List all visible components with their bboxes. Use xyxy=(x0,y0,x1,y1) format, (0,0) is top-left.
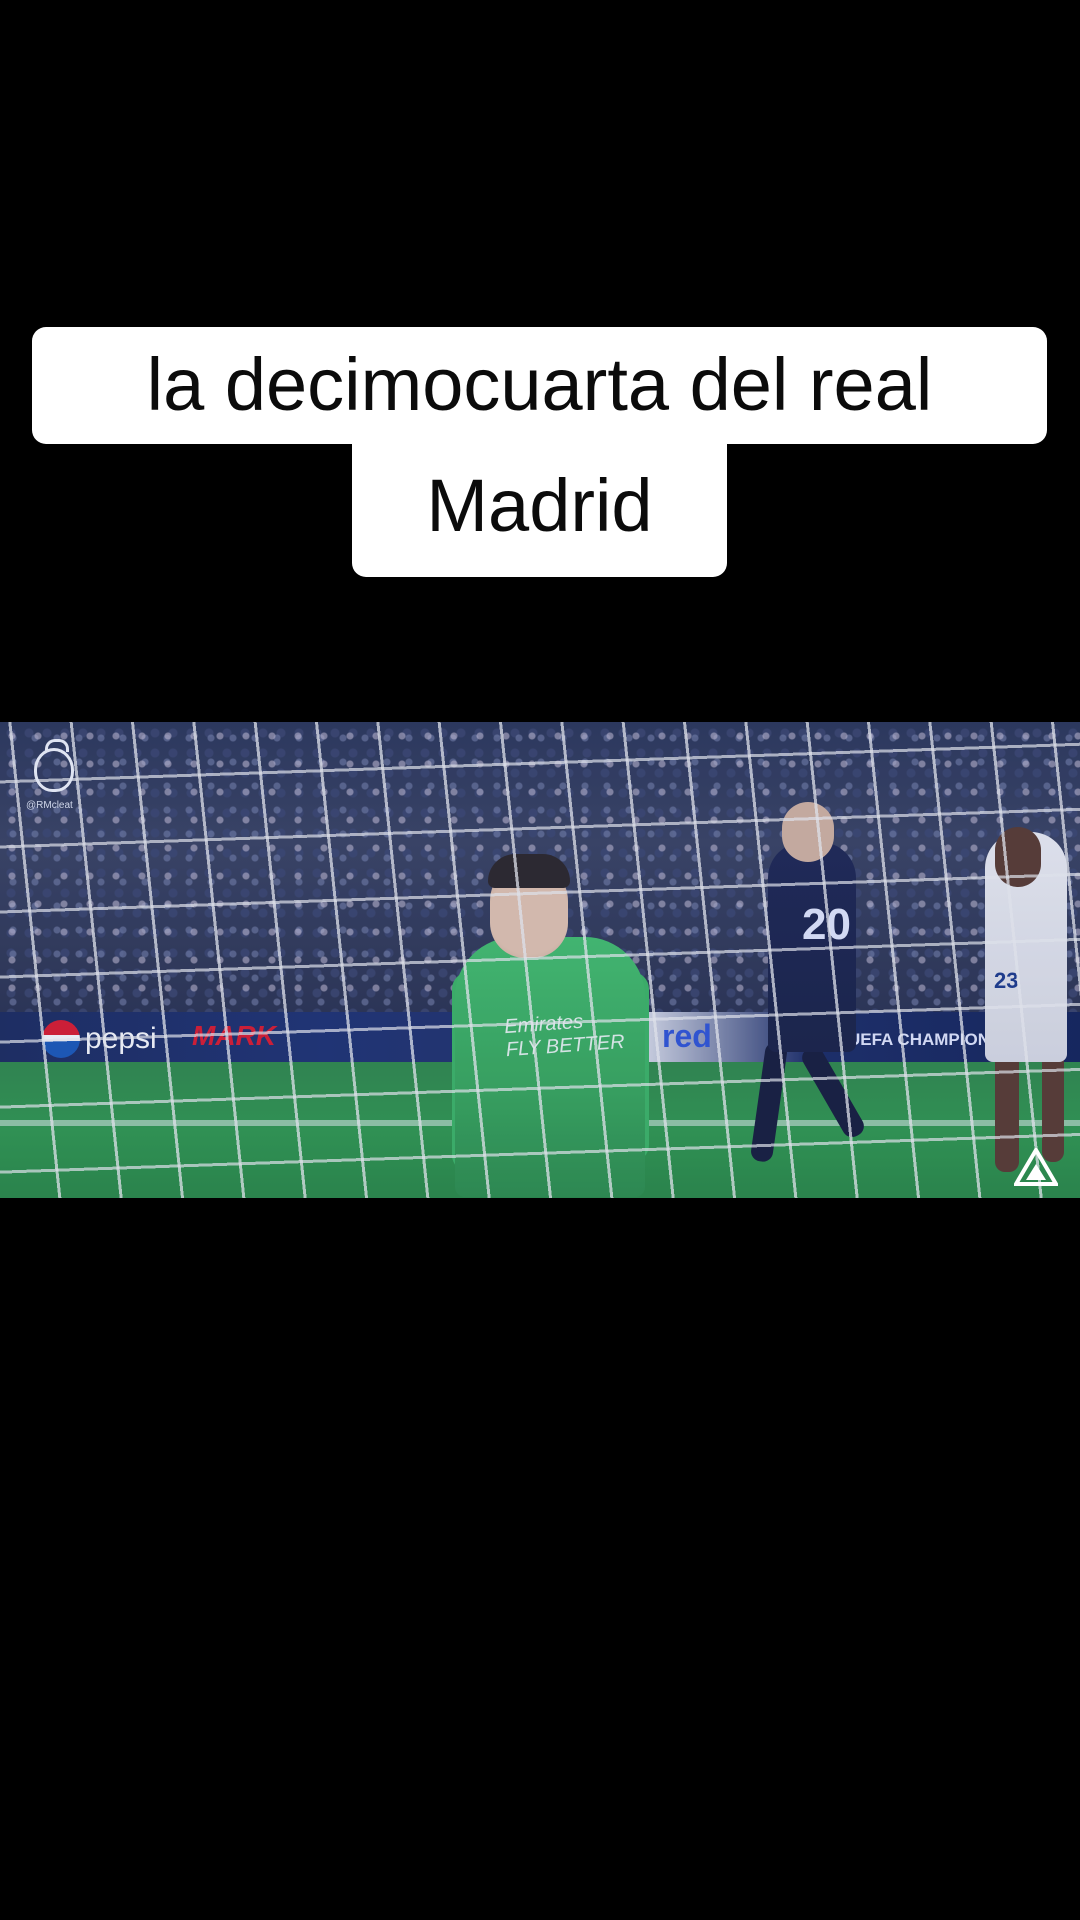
ad-pepsi: pepsi xyxy=(85,1022,157,1055)
caption-line-1: la decimocuarta del real xyxy=(32,327,1047,444)
video-frame[interactable]: pepsi MARK red UEFA CHAMPIONS 20 23 Emir… xyxy=(0,722,1080,1198)
caption-line-2: Madrid xyxy=(352,434,727,577)
defender-leg xyxy=(1042,1052,1064,1162)
ad-red: red xyxy=(662,1018,712,1054)
pepsi-logo-icon xyxy=(42,1020,80,1058)
goalkeeper-hair xyxy=(488,854,570,888)
triangle-logo-icon xyxy=(1014,1148,1058,1186)
goalkeeper xyxy=(455,937,645,1197)
watermark-handle: @RMcleat xyxy=(26,800,73,811)
defender-shirt-number: 23 xyxy=(994,968,1019,993)
defender-head xyxy=(995,827,1041,887)
shirt-sponsor: Emirates FLY BETTER xyxy=(503,1010,626,1062)
club-crest-icon xyxy=(34,739,74,792)
opponent-head xyxy=(782,802,834,862)
ad-mark: MARK xyxy=(192,1020,276,1051)
ad-ucl: UEFA CHAMPIONS xyxy=(848,1030,1002,1049)
opponent-shirt-number: 20 xyxy=(802,900,851,949)
